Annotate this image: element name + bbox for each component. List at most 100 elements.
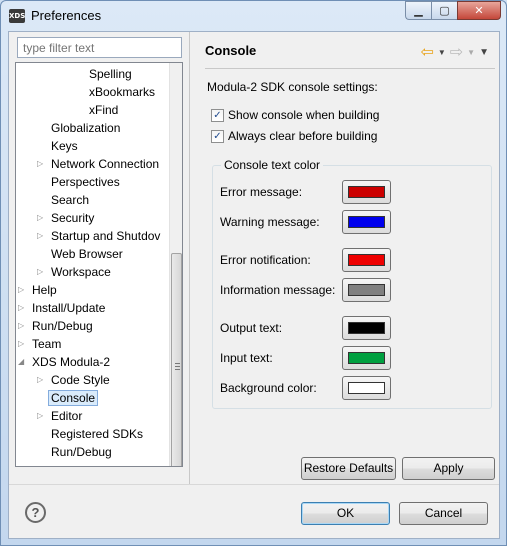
collapsed-arrow-icon[interactable]: ▷ (18, 299, 28, 317)
tree-item-label: Registered SDKs (51, 427, 144, 441)
page-title: Console (205, 43, 257, 58)
collapsed-arrow-icon[interactable]: ▷ (18, 281, 28, 299)
cancel-button[interactable]: Cancel (399, 502, 488, 525)
tree-item-label: xFind (89, 103, 119, 117)
tree-item[interactable]: ▷ Startup and Shutdov (37, 227, 161, 245)
dialog-client-area: Spelling xBookmarks xFind Globalization Keys… (8, 31, 500, 539)
tree-item-label: Workspace (51, 265, 111, 279)
collapsed-arrow-icon[interactable]: ▷ (37, 155, 47, 173)
clear-console-checkbox[interactable]: ✓ (211, 129, 224, 143)
color-picker-button[interactable] (342, 180, 391, 204)
footer-separator (9, 484, 499, 485)
grip-icon (175, 363, 180, 370)
title-bar[interactable]: XDS Preferences ▁ ▢ ✕ (1, 1, 506, 31)
color-picker-button[interactable] (342, 316, 391, 340)
close-icon: ✕ (474, 5, 484, 17)
tree-item[interactable]: Spelling (89, 65, 132, 83)
tree-item-label: Perspectives (51, 175, 120, 189)
back-menu-icon[interactable]: ▼ (438, 48, 446, 57)
back-arrow-icon[interactable]: ⇦ (420, 42, 433, 62)
tree-item[interactable]: ▷ Code Style (37, 371, 110, 389)
window-title: Preferences (31, 8, 102, 23)
collapsed-arrow-icon[interactable]: ▷ (18, 335, 28, 353)
color-swatch (348, 186, 385, 198)
splitter-sash[interactable] (189, 32, 190, 484)
collapsed-arrow-icon[interactable]: ▷ (18, 317, 28, 335)
tree-item-label: Globalization (51, 121, 121, 135)
tree-scrollbar[interactable] (169, 63, 182, 466)
apply-button[interactable]: Apply (402, 457, 495, 480)
tree-item[interactable]: ▷ Security (37, 209, 94, 227)
scrollbar-thumb[interactable] (171, 253, 182, 466)
tree-item-label: Keys (51, 139, 78, 153)
color-picker-button[interactable] (342, 346, 391, 370)
tree-item[interactable]: Web Browser (51, 245, 123, 263)
window-controls: ▁ ▢ ✕ (405, 1, 501, 20)
maximize-button[interactable]: ▢ (431, 1, 457, 20)
color-picker-button[interactable] (342, 376, 391, 400)
collapsed-arrow-icon[interactable]: ▷ (37, 227, 47, 245)
page-description: Modula-2 SDK console settings: (207, 80, 378, 94)
tree-item[interactable]: ▷ Install/Update (18, 299, 106, 317)
help-icon[interactable]: ? (25, 502, 46, 523)
group-title: Console text color (221, 158, 324, 172)
tree-item[interactable]: Registered SDKs (51, 425, 143, 443)
tree-item[interactable]: ▷ Run/Debug (18, 317, 93, 335)
tree-item[interactable]: Keys (51, 137, 78, 155)
tree-item-label: xBookmarks (89, 85, 156, 99)
tree-item[interactable]: Run/Debug (51, 443, 112, 461)
expanded-arrow-icon[interactable]: ◢ (18, 353, 28, 371)
filter-input[interactable] (17, 37, 182, 58)
show-console-label: Show console when building (228, 108, 380, 122)
tree-item[interactable]: Search (51, 191, 89, 209)
collapsed-arrow-icon[interactable]: ▷ (37, 371, 47, 389)
ok-button[interactable]: OK (301, 502, 390, 525)
tree-item[interactable]: Globalization (51, 119, 120, 137)
color-picker-button[interactable] (342, 210, 391, 234)
tree-item[interactable]: ▷ Help (18, 281, 57, 299)
tree-item-label: Web Browser (51, 247, 123, 261)
close-button[interactable]: ✕ (457, 1, 501, 20)
tree-item-label: Spelling (89, 67, 132, 81)
collapsed-arrow-icon[interactable]: ▷ (37, 407, 47, 425)
tree-item-label: Run/Debug (51, 445, 112, 459)
tree-item[interactable]: xBookmarks (89, 83, 155, 101)
tree-item-label: Install/Update (32, 301, 106, 315)
tree-item[interactable]: ▷ Network Connection (37, 155, 160, 173)
view-menu-icon[interactable]: ▼ (479, 47, 489, 58)
collapsed-arrow-icon[interactable]: ▷ (37, 209, 47, 227)
clear-console-option[interactable]: ✓ Always clear before building (211, 129, 377, 143)
color-label: Error message: (220, 185, 303, 199)
show-console-option[interactable]: ✓ Show console when building (211, 108, 379, 122)
tree-item-label: Run/Debug (32, 319, 93, 333)
color-label: Input text: (220, 351, 273, 365)
color-swatch (348, 254, 385, 266)
tree-item-label: Startup and Shutdov (51, 229, 161, 243)
tree-item-label: Search (51, 193, 90, 207)
xds-app-icon: XDS (9, 9, 25, 23)
minimize-button[interactable]: ▁ (405, 1, 431, 20)
color-picker-button[interactable] (342, 278, 391, 302)
color-swatch (348, 216, 385, 228)
preference-tree: Spelling xBookmarks xFind Globalization Keys… (15, 62, 183, 467)
color-picker-button[interactable] (342, 248, 391, 272)
restore-defaults-button[interactable]: Restore Defaults (301, 457, 396, 480)
tree-item-label: Network Connection (51, 157, 160, 171)
tree-item[interactable]: ▷ Workspace (37, 263, 111, 281)
color-label: Background color: (220, 381, 317, 395)
color-label: Warning message: (220, 215, 320, 229)
page-navigation: ⇦ ▼ ⇨ ▼ ▼ (420, 42, 489, 62)
tree-item[interactable]: ▷ Team (18, 335, 62, 353)
color-label: Error notification: (220, 253, 311, 267)
title-separator (205, 68, 495, 69)
tree-item[interactable]: Console (48, 389, 99, 407)
tree-item-label: Team (32, 337, 62, 351)
show-console-checkbox[interactable]: ✓ (211, 108, 224, 122)
maximize-icon: ▢ (439, 5, 450, 17)
tree-item[interactable]: xFind (89, 101, 118, 119)
tree-item[interactable]: ▷ Editor (37, 407, 82, 425)
tree-item[interactable]: ◢ XDS Modula-2 (18, 353, 110, 371)
console-color-group: Console text color Error message: Warning… (212, 158, 492, 409)
collapsed-arrow-icon[interactable]: ▷ (37, 263, 47, 281)
tree-item[interactable]: Perspectives (51, 173, 120, 191)
